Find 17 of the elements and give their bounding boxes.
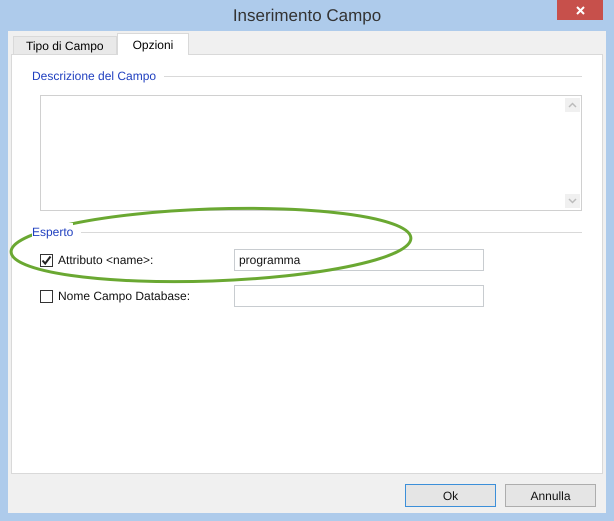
scroll-down-icon[interactable]: [565, 194, 580, 208]
close-icon: [576, 6, 584, 14]
tab[interactable]: Tipo di Campo: [13, 36, 117, 54]
field-label: Nome Campo Database:: [58, 288, 192, 305]
checkbox[interactable]: [40, 290, 53, 302]
scroll-up-icon[interactable]: [565, 98, 580, 112]
description-field[interactable]: [40, 95, 582, 211]
checkbox[interactable]: [40, 254, 53, 266]
dialog-button[interactable]: Annulla: [505, 484, 596, 507]
group-label: Esperto: [32, 223, 74, 241]
tab[interactable]: Opzioni: [116, 33, 190, 55]
window-title: Inserimento Campo: [232, 4, 382, 27]
input-field[interactable]: [234, 285, 484, 307]
input-field[interactable]: programma: [234, 249, 484, 271]
dialog-button[interactable]: Ok: [405, 484, 496, 507]
close-button[interactable]: [557, 0, 603, 20]
field-label: Attributo <name>:: [58, 252, 154, 269]
